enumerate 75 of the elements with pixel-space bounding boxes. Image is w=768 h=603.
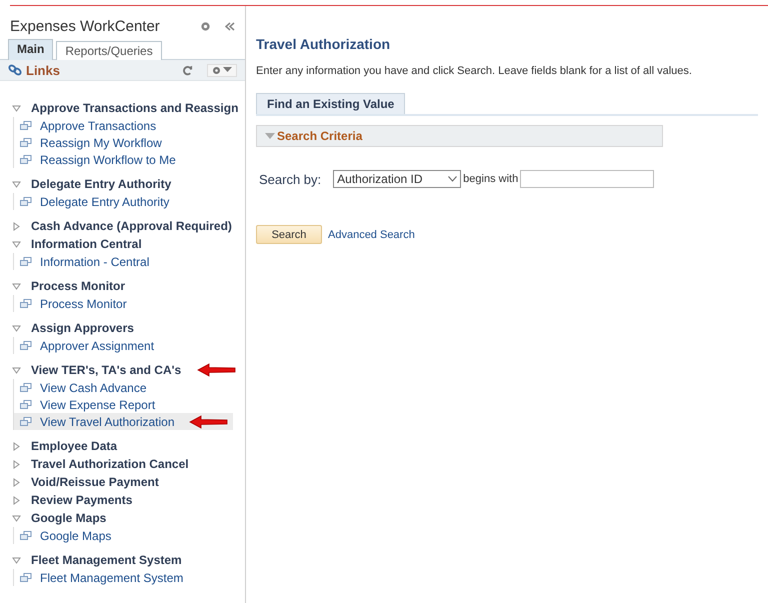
section-title: Search Criteria xyxy=(277,129,362,143)
window-icon xyxy=(20,154,32,164)
collapse-icon[interactable] xyxy=(12,556,21,564)
collapse-icon[interactable] xyxy=(12,514,21,522)
settings-icon[interactable] xyxy=(200,20,211,32)
collapse-icon[interactable] xyxy=(265,132,275,140)
workcenter-title: Expenses WorkCenter xyxy=(10,18,161,34)
group-heading[interactable]: Review Payments xyxy=(31,493,132,507)
gear-icon xyxy=(212,66,221,74)
group-heading[interactable]: Approve Transactions and Reassign xyxy=(31,101,238,115)
search-tab[interactable]: Find an Existing Value xyxy=(256,93,406,114)
group-heading[interactable]: Void/Reissue Payment xyxy=(31,475,159,489)
window-icon xyxy=(20,416,32,426)
instructions-text: Enter any information you have and click Search. Leave fields blank for a list of all values. xyxy=(256,65,693,77)
collapse-icon[interactable] xyxy=(12,240,21,248)
group-heading[interactable]: Cash Advance (Approval Required) xyxy=(31,219,232,233)
collapse-icon[interactable] xyxy=(12,104,21,112)
annotation-arrow-icon xyxy=(197,363,238,377)
caret-icon xyxy=(223,67,232,73)
window-icon xyxy=(20,298,32,308)
options-menu-button[interactable] xyxy=(207,64,237,76)
window-icon xyxy=(20,572,32,582)
window-icon xyxy=(20,256,32,266)
window-icon xyxy=(20,196,32,206)
sidebar-link[interactable]: Approve Transactions xyxy=(40,118,156,132)
group-heading[interactable]: Information Central xyxy=(31,237,142,251)
window-icon xyxy=(20,400,32,410)
page-title: Travel Authorization xyxy=(256,36,392,52)
collapse-icon[interactable] xyxy=(12,180,21,188)
collapse-icon[interactable] xyxy=(12,324,21,332)
group-heading[interactable]: Employee Data xyxy=(31,439,118,453)
sidebar-link[interactable]: Reassign Workflow to Me xyxy=(40,152,176,166)
advanced-search-link[interactable]: Advanced Search xyxy=(328,228,415,240)
window-icon xyxy=(20,138,32,148)
group-heading[interactable]: Fleet Management System xyxy=(31,553,182,567)
collapse-panel-icon[interactable] xyxy=(225,22,235,30)
links-title: Links xyxy=(26,62,61,78)
group-heading[interactable]: Delegate Entry Authority xyxy=(31,177,172,191)
search-button[interactable]: Search xyxy=(256,225,322,244)
workcenter-tab[interactable]: Main xyxy=(8,39,54,60)
window-icon xyxy=(20,120,32,130)
annotation-arrow-icon xyxy=(188,414,229,428)
sidebar-link[interactable]: Information - Central xyxy=(40,254,150,268)
window-icon xyxy=(20,530,32,540)
search-by-dropdown[interactable]: Authorization ID xyxy=(333,170,462,188)
sidebar-link[interactable]: Reassign My Workflow xyxy=(40,136,162,150)
window-icon xyxy=(20,382,32,392)
expand-icon[interactable] xyxy=(12,496,21,504)
search-by-label: Search by: xyxy=(259,172,322,186)
sidebar-link[interactable]: Delegate Entry Authority xyxy=(40,194,170,208)
collapse-icon[interactable] xyxy=(12,366,21,374)
section-header[interactable]: Search Criteria xyxy=(256,125,663,147)
sidebar-link[interactable]: Approver Assignment xyxy=(40,338,154,352)
group-heading[interactable]: Travel Authorization Cancel xyxy=(31,457,189,471)
sidebar-link[interactable]: View Cash Advance xyxy=(40,380,147,394)
group-heading[interactable]: View TER's, TA's and CA's xyxy=(31,363,182,377)
refresh-icon[interactable] xyxy=(182,64,193,76)
group-heading[interactable]: Process Monitor xyxy=(31,279,126,293)
link-icon xyxy=(8,64,22,76)
sidebar-link[interactable]: Process Monitor xyxy=(40,296,127,310)
expand-icon[interactable] xyxy=(12,460,21,468)
sidebar-link[interactable]: View Expense Report xyxy=(40,398,156,412)
expand-icon[interactable] xyxy=(12,442,21,450)
expand-icon[interactable] xyxy=(12,478,21,486)
sidebar-link[interactable]: Google Maps xyxy=(40,528,112,542)
search-value-field[interactable] xyxy=(520,170,654,188)
expand-icon[interactable] xyxy=(12,222,21,230)
sidebar-link[interactable]: Fleet Management System xyxy=(40,570,184,584)
window-icon xyxy=(20,340,32,350)
workcenter-tab[interactable]: Reports/Queries xyxy=(56,41,162,60)
collapse-icon[interactable] xyxy=(12,282,21,290)
chevron-down-icon xyxy=(448,176,458,182)
group-heading[interactable]: Google Maps xyxy=(31,511,106,525)
group-heading[interactable]: Assign Approvers xyxy=(31,321,134,335)
operator-label: begins with xyxy=(463,173,518,185)
